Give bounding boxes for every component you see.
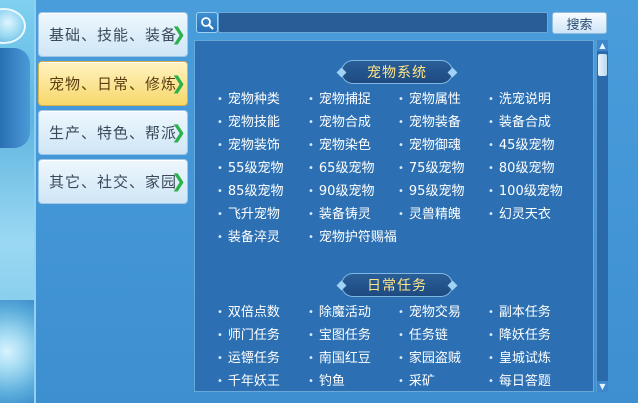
- list-item[interactable]: 宠物属性: [398, 90, 461, 110]
- search-input[interactable]: [218, 12, 548, 33]
- category-basics[interactable]: 基础、技能、装备 ❯: [38, 12, 188, 57]
- category-label: 基础、技能、装备: [49, 26, 178, 44]
- list-item[interactable]: 装备淬灵: [217, 228, 280, 248]
- list-item[interactable]: 宠物交易: [398, 303, 461, 323]
- list-item[interactable]: 家园盗贼: [398, 349, 461, 369]
- list-item[interactable]: 宠物护符赐福: [308, 228, 397, 248]
- list-item[interactable]: 55级宠物: [217, 159, 284, 179]
- category-pets[interactable]: 宠物、日常、修炼 ❯: [38, 61, 188, 106]
- list-item[interactable]: 除魔活动: [308, 303, 371, 323]
- chevron-right-icon: ❯: [171, 171, 187, 192]
- list-item[interactable]: 副本任务: [488, 303, 551, 323]
- list-item[interactable]: 80级宠物: [488, 159, 555, 179]
- list-item[interactable]: 幻灵天衣: [488, 205, 551, 225]
- category-label: 宠物、日常、修炼: [49, 75, 178, 93]
- list-item[interactable]: 宠物捕捉: [308, 90, 371, 110]
- list-item[interactable]: 45级宠物: [488, 136, 555, 156]
- category-sidebar: 基础、技能、装备 ❯ 宠物、日常、修炼 ❯ 生产、特色、帮派 ❯ 其它、社交、家…: [38, 12, 190, 403]
- list-item[interactable]: 100级宠物: [488, 182, 563, 202]
- list-item[interactable]: 宠物装备: [398, 113, 461, 133]
- list-item[interactable]: 宠物御魂: [398, 136, 461, 156]
- list-item[interactable]: 灵兽精魄: [398, 205, 461, 225]
- list-item[interactable]: 皇城试炼: [488, 349, 551, 369]
- list-item[interactable]: 飞升宠物: [217, 205, 280, 225]
- list-item[interactable]: 洗宠说明: [488, 90, 551, 110]
- list-item[interactable]: 宠物装饰: [217, 136, 280, 156]
- chevron-right-icon: ❯: [171, 24, 187, 45]
- list-item[interactable]: 65级宠物: [308, 159, 375, 179]
- list-item[interactable]: 双倍点数: [217, 303, 280, 323]
- category-label: 生产、特色、帮派: [49, 124, 178, 142]
- scroll-thumb[interactable]: [598, 54, 607, 76]
- list-item[interactable]: 钓鱼: [308, 372, 345, 391]
- category-other[interactable]: 其它、社交、家园 ❯: [38, 159, 188, 204]
- list-item[interactable]: 宠物染色: [308, 136, 371, 156]
- decorative-banner: [0, 48, 30, 148]
- scroll-up-icon[interactable]: ▲: [597, 40, 608, 51]
- list-item[interactable]: 90级宠物: [308, 182, 375, 202]
- list-item[interactable]: 75级宠物: [398, 159, 465, 179]
- list-item[interactable]: 宝图任务: [308, 326, 371, 346]
- section-title: 日常任务: [367, 278, 427, 294]
- list-item[interactable]: 装备铸灵: [308, 205, 371, 225]
- section-header-daily: 日常任务: [341, 273, 453, 297]
- list-item[interactable]: 采矿: [398, 372, 435, 391]
- chevron-right-icon: ❯: [171, 122, 187, 143]
- content-panel: 宠物系统 宠物种类 宠物捕捉 宠物属性 洗宠说明 宠物技能 宠物合成 宠物装备 …: [194, 40, 594, 392]
- section-header-pets: 宠物系统: [341, 60, 453, 84]
- category-label: 其它、社交、家园: [49, 173, 178, 191]
- decorative-cloud: [0, 300, 34, 403]
- list-item[interactable]: 85级宠物: [217, 182, 284, 202]
- list-item[interactable]: 宠物合成: [308, 113, 371, 133]
- list-item[interactable]: 95级宠物: [398, 182, 465, 202]
- category-production[interactable]: 生产、特色、帮派 ❯: [38, 110, 188, 155]
- list-item[interactable]: 任务链: [398, 326, 448, 346]
- chevron-right-icon: ❯: [171, 73, 187, 94]
- scrollbar[interactable]: ▲ ▼: [596, 40, 608, 392]
- list-item[interactable]: 装备合成: [488, 113, 551, 133]
- list-item[interactable]: 南国红豆: [308, 349, 371, 369]
- list-item[interactable]: 降妖任务: [488, 326, 551, 346]
- list-item[interactable]: 宠物技能: [217, 113, 280, 133]
- list-item[interactable]: 宠物种类: [217, 90, 280, 110]
- list-item[interactable]: 千年妖王: [217, 372, 280, 391]
- scroll-down-icon[interactable]: ▼: [597, 381, 608, 392]
- search-button[interactable]: 搜索: [552, 12, 607, 34]
- section-title: 宠物系统: [367, 65, 427, 81]
- list-item[interactable]: 每日答题: [488, 372, 551, 391]
- search-icon[interactable]: [196, 12, 218, 33]
- list-item[interactable]: 运镖任务: [217, 349, 280, 369]
- list-item[interactable]: 师门任务: [217, 326, 280, 346]
